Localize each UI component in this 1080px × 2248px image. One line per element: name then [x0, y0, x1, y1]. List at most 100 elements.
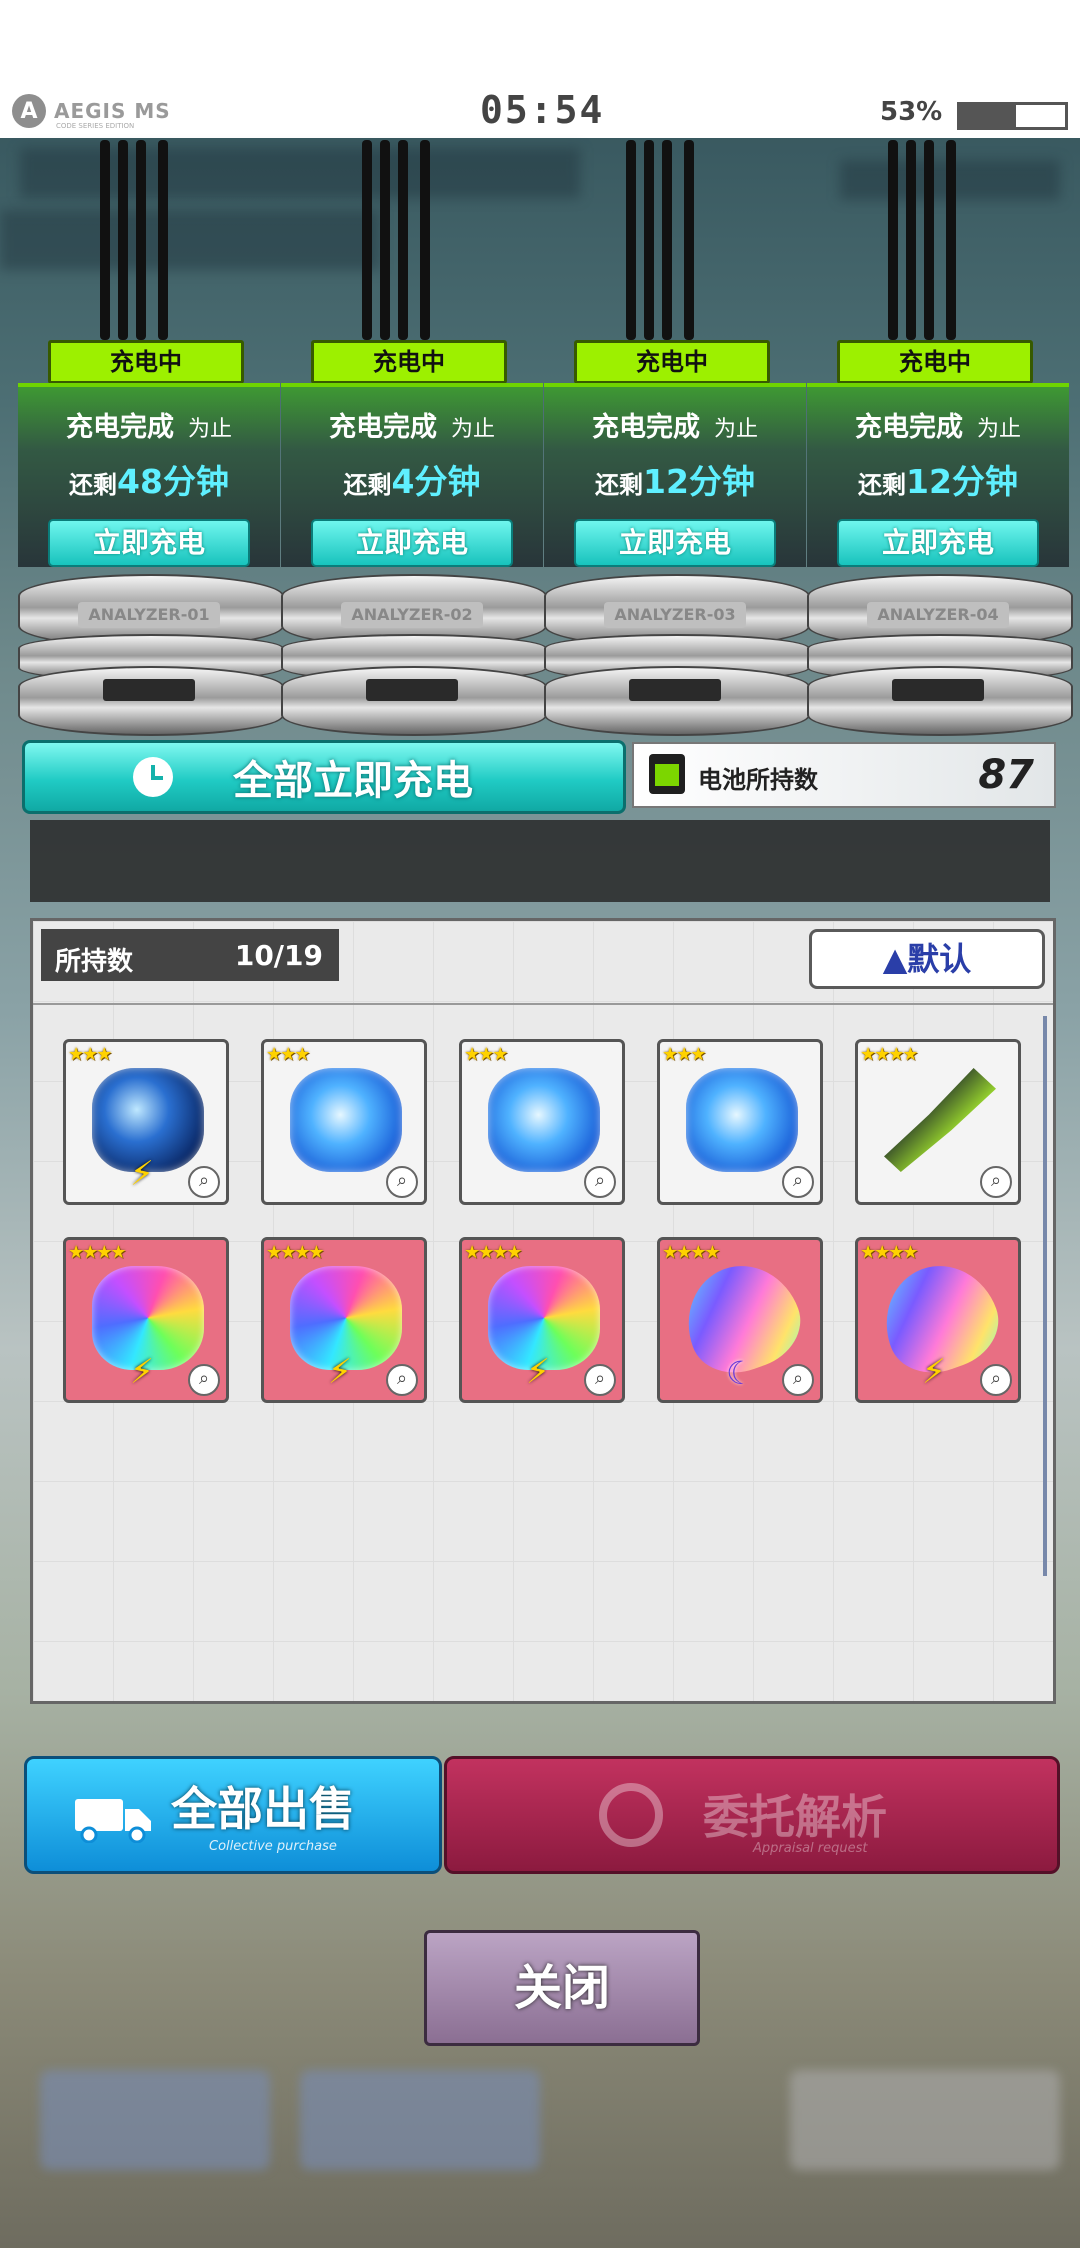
remain-time: 4分钟 [391, 462, 481, 501]
truck-icon [75, 1799, 151, 1843]
charge-info-panel: 充电完成 为止 还剩12分钟 立即充电 [544, 383, 806, 567]
rarity-stars: ★★★★ [68, 1242, 127, 1263]
rarity-stars: ★★★★ [860, 1242, 919, 1263]
close-button[interactable]: 关闭 [424, 1930, 700, 2046]
lightning-icon: ⚡ [526, 1352, 550, 1392]
charging-status-badge: 充电中 [311, 340, 507, 384]
rarity-stars: ★★★ [68, 1044, 112, 1065]
rarity-stars: ★★★ [662, 1044, 706, 1065]
charging-status-badge: 充电中 [48, 340, 244, 384]
battery-holding-box: 电池所持数 87 [632, 742, 1056, 808]
logo-subtext: CODE SERIES EDITION [56, 122, 135, 130]
rarity-stars: ★★★★ [464, 1242, 523, 1263]
blue-gem-icon [686, 1068, 798, 1172]
magnifier-icon[interactable]: ⌕ [782, 1166, 814, 1198]
analyzer-label: ANALYZER-01 [78, 602, 220, 628]
magnifier-icon[interactable]: ⌕ [188, 1166, 220, 1198]
magnifier-icon[interactable]: ⌕ [386, 1364, 418, 1396]
charge-now-button[interactable]: 立即充电 [311, 519, 513, 567]
analyzer-device: ANALYZER-02 [281, 574, 547, 736]
blue-gem-icon [290, 1068, 402, 1172]
magnifier-icon[interactable]: ⌕ [584, 1364, 616, 1396]
item-card[interactable]: ★★★★ ⚡ ⌕ [63, 1237, 229, 1403]
sell-all-button[interactable]: 全部出售 Collective purchase [24, 1756, 442, 1874]
remain-prefix: 还剩 [595, 471, 644, 499]
analyzer-slot-4: 充电中 充电完成 为止 还剩12分钟 立即充电 ANALYZER-04 [807, 330, 1073, 740]
charging-status-badge: 充电中 [574, 340, 770, 384]
analyzer-device: ANALYZER-04 [807, 574, 1073, 736]
rarity-stars: ★★★★ [662, 1242, 721, 1263]
owned-label: 所持数 [55, 947, 134, 977]
item-card[interactable]: ★★★★ ⚡ ⌕ [459, 1237, 625, 1403]
charge-info-panel: 充电完成 为止 还剩4分钟 立即充电 [281, 383, 543, 567]
item-card[interactable]: ★★★ ⌕ [459, 1039, 625, 1205]
owned-count: 10/19 [234, 939, 323, 972]
magnifier-icon[interactable]: ⌕ [980, 1166, 1012, 1198]
rarity-stars: ★★★★ [860, 1044, 919, 1065]
until-text: 为止 [976, 417, 1021, 442]
charge-complete-text: 充电完成 [591, 412, 700, 443]
item-card[interactable]: ★★★ ⌕ [261, 1039, 427, 1205]
charge-now-button[interactable]: 立即充电 [48, 519, 250, 567]
charge-info-panel: 充电完成 为止 还剩48分钟 立即充电 [18, 383, 280, 567]
charge-all-now-button[interactable]: 全部立即充电 [22, 740, 626, 814]
item-card[interactable]: ★★★★ ⚡ ⌕ [261, 1237, 427, 1403]
magnifier-icon[interactable]: ⌕ [188, 1364, 220, 1396]
lightning-icon: ⚡ [130, 1154, 154, 1194]
moon-icon: ☾ [726, 1354, 755, 1392]
info-strip [30, 820, 1050, 902]
charge-now-button[interactable]: 立即充电 [837, 519, 1039, 567]
owned-count-bar: 所持数 10/19 [41, 929, 339, 981]
analysis-ring-icon [599, 1783, 663, 1847]
until-text: 为止 [713, 417, 758, 442]
analyzer-label: ANALYZER-02 [341, 602, 483, 628]
magnifier-icon[interactable]: ⌕ [584, 1166, 616, 1198]
sell-all-subtitle: Collective purchase [209, 1839, 337, 1854]
charge-now-button[interactable]: 立即充电 [574, 519, 776, 567]
rarity-stars: ★★★ [464, 1044, 508, 1065]
clock-icon [133, 757, 173, 797]
rarity-stars: ★★★ [266, 1044, 310, 1065]
charge-complete-text: 充电完成 [328, 412, 437, 443]
remain-prefix: 还剩 [343, 471, 392, 499]
battery-holding-value: 87 [978, 752, 1034, 798]
item-card[interactable]: ★★★★ ⌕ [855, 1039, 1021, 1205]
consign-analysis-button[interactable]: 委托解析 Appraisal request [444, 1756, 1060, 1874]
remain-time: 48分钟 [117, 462, 229, 501]
remain-prefix: 还剩 [858, 471, 907, 499]
item-card[interactable]: ★★★★ ☾ ⌕ [657, 1237, 823, 1403]
magnifier-icon[interactable]: ⌕ [980, 1364, 1012, 1396]
item-card[interactable]: ★★★ ⚡ ⌕ [63, 1039, 229, 1205]
until-text: 为止 [450, 417, 495, 442]
charge-complete-text: 充电完成 [65, 412, 174, 443]
app-logo: A AEGIS MS CODE SERIES EDITION [12, 94, 171, 130]
sort-button[interactable]: ▲默认 [809, 929, 1045, 989]
charge-complete-text: 充电完成 [854, 412, 963, 443]
remain-time: 12分钟 [643, 462, 755, 501]
until-text: 为止 [187, 417, 232, 442]
blue-gem-icon [488, 1068, 600, 1172]
analyzer-device: ANALYZER-01 [18, 574, 284, 736]
analyzer-label: ANALYZER-04 [867, 602, 1009, 628]
battery-percent: 53% [880, 97, 943, 127]
charge-info-panel: 充电完成 为止 还剩12分钟 立即充电 [807, 383, 1069, 567]
sell-all-label: 全部出售 [171, 1782, 355, 1836]
battery-icon [957, 102, 1068, 130]
lightning-icon: ⚡ [328, 1352, 352, 1392]
item-card[interactable]: ★★★★ ⚡ ⌕ [855, 1237, 1021, 1403]
status-bar: A AEGIS MS CODE SERIES EDITION 05:54 53% [0, 0, 1080, 138]
remain-time: 12分钟 [906, 462, 1018, 501]
item-card[interactable]: ★★★ ⌕ [657, 1039, 823, 1205]
logo-text: AEGIS MS [54, 99, 171, 123]
consign-analysis-subtitle: Appraisal request [753, 1841, 868, 1856]
green-conch-gem-icon [884, 1068, 996, 1172]
logo-mark-icon: A [12, 94, 46, 128]
charge-all-label: 全部立即充电 [233, 758, 473, 804]
remain-prefix: 还剩 [69, 471, 118, 499]
lightning-icon: ⚡ [922, 1352, 946, 1392]
item-list-panel: 所持数 10/19 ▲默认 ★★★ ⚡ ⌕ ★★★ ⌕ ★★★ ⌕ ★★★ ⌕ ★★★★ ⌕ ★★★★… [30, 918, 1056, 1704]
analyzer-device: ANALYZER-03 [544, 574, 810, 736]
magnifier-icon[interactable]: ⌕ [782, 1364, 814, 1396]
magnifier-icon[interactable]: ⌕ [386, 1166, 418, 1198]
scrollbar[interactable] [1043, 1016, 1047, 1576]
